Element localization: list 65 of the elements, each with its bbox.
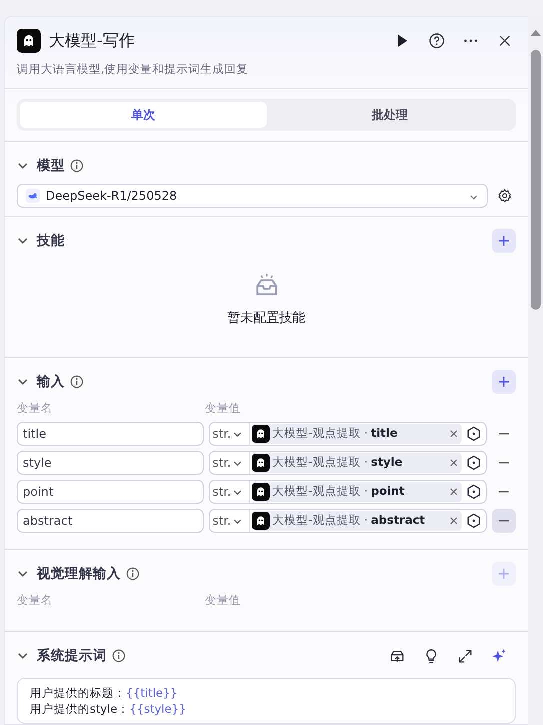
reference-source: 大模型-观点提取 · — [272, 425, 368, 442]
settings-icon[interactable] — [497, 188, 513, 204]
column-header: 变量名 — [17, 400, 54, 417]
type-label: str. — [212, 513, 232, 530]
section-title: 视觉理解输入 — [37, 564, 121, 584]
info-icon — [70, 159, 84, 174]
variable-picker-icon[interactable] — [466, 455, 482, 471]
prompt-editor[interactable]: 用户提供的标题：{{title}} 用户提供的style：{{style}} — [17, 678, 516, 724]
column-header: 变量名 — [17, 592, 54, 609]
variable-name-field[interactable]: point — [17, 480, 204, 504]
section-title: 输入 — [37, 372, 65, 392]
plus-icon — [498, 568, 510, 580]
variable-name-field[interactable]: style — [17, 451, 204, 475]
model-name: DeepSeek-R1/250528 — [46, 188, 178, 206]
variable-name-field[interactable]: abstract — [17, 509, 204, 533]
clear-icon[interactable] — [450, 488, 458, 496]
plus-icon — [498, 376, 510, 388]
reference-source: 大模型-观点提取 · — [272, 483, 368, 500]
clear-icon[interactable] — [450, 517, 458, 526]
model-select[interactable]: DeepSeek-R1/250528 — [17, 184, 488, 208]
add-button[interactable] — [492, 229, 516, 254]
type-select[interactable]: str. — [210, 481, 250, 503]
variable-value-field[interactable]: str. 大模型-观点提取 · title — [208, 422, 488, 446]
variable-picker-icon[interactable] — [466, 484, 482, 500]
reference-field: style — [371, 454, 403, 472]
scrollbar-thumb[interactable] — [530, 50, 540, 310]
node-description: 调用大语言模型,使用变量和提示词生成回复 — [17, 61, 250, 78]
variable-picker-icon[interactable] — [466, 426, 482, 442]
node-title: 大模型-写作 — [49, 30, 135, 52]
reference-field: point — [371, 483, 405, 501]
variable-picker-icon[interactable] — [466, 513, 482, 529]
type-select[interactable]: str. — [210, 452, 250, 474]
type-label: str. — [212, 426, 232, 443]
variable-value-field[interactable]: str. 大模型-观点提取 · style — [208, 451, 488, 475]
info-icon — [70, 374, 84, 389]
scroll-up-icon[interactable] — [530, 30, 540, 36]
column-header: 变量值 — [205, 592, 241, 609]
info-icon — [112, 649, 126, 664]
reference-source: 大模型-观点提取 · — [272, 512, 368, 530]
help-icon[interactable] — [428, 32, 446, 50]
section-title: 模型 — [37, 157, 65, 176]
prompt-line: 用户提供的style：{{style}} — [30, 701, 188, 718]
clear-icon[interactable] — [450, 459, 458, 468]
empty-message: 暂未配置技能 — [228, 310, 306, 328]
column-header: 变量值 — [205, 400, 241, 417]
type-select[interactable]: str. — [210, 423, 250, 445]
plus-icon — [498, 235, 510, 248]
info-icon — [126, 567, 140, 581]
reference-field: abstract — [371, 512, 426, 530]
variable-name-field[interactable]: title — [17, 422, 204, 446]
prompt-line: 用户提供的标题：{{title}} — [30, 685, 179, 702]
section-title: 技能 — [37, 232, 65, 252]
add-button[interactable] — [492, 370, 516, 394]
clear-icon[interactable] — [450, 430, 458, 438]
expand-icon[interactable] — [456, 648, 474, 665]
reference-source: 大模型-观点提取 · — [272, 454, 368, 472]
type-label: str. — [212, 455, 232, 472]
variable-value-field[interactable]: str. 大模型-观点提取 · abstract — [208, 509, 488, 533]
type-select[interactable]: str. — [210, 510, 250, 532]
type-label: str. — [212, 484, 232, 501]
tab[interactable]: 单次 — [20, 102, 266, 128]
reference-field: title — [371, 425, 398, 443]
section-title: 系统提示词 — [37, 647, 107, 666]
variable-value-field[interactable]: str. 大模型-观点提取 · point — [208, 480, 488, 504]
tab[interactable]: 批处理 — [266, 102, 513, 128]
